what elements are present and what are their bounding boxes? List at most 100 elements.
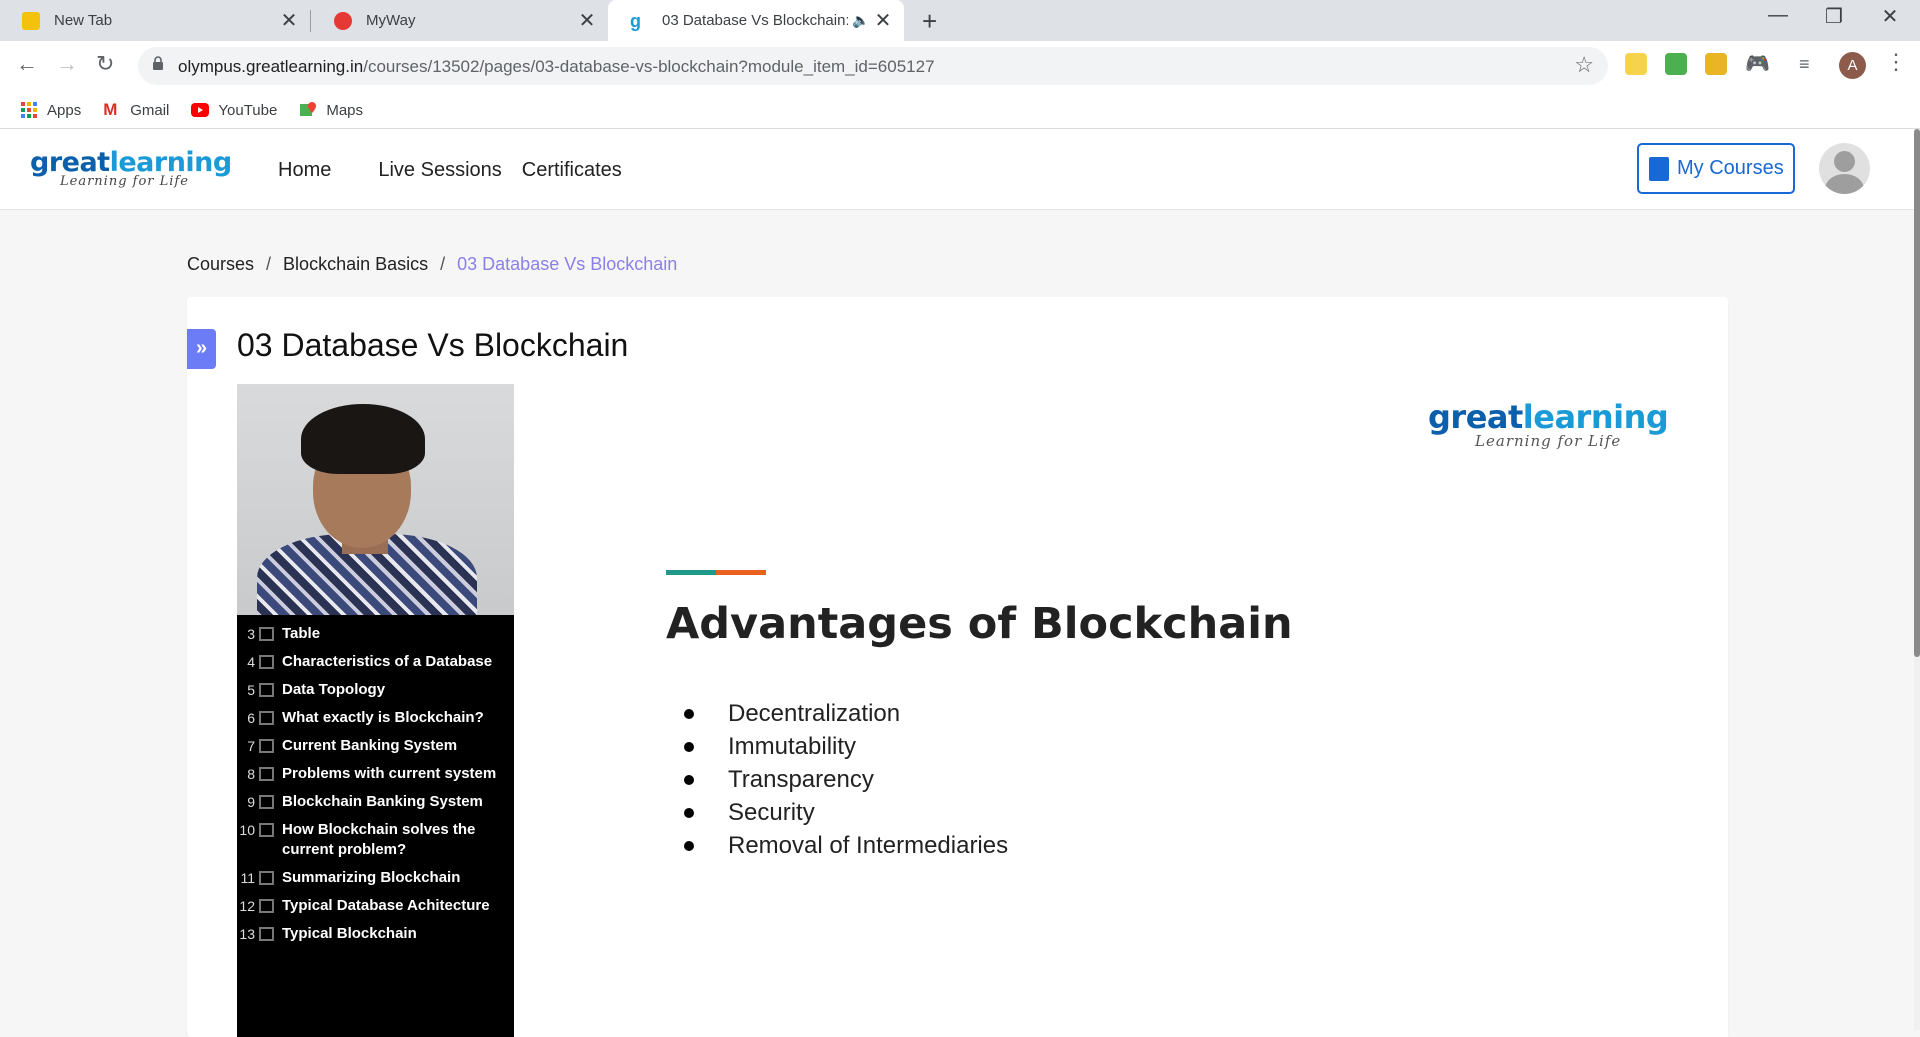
toc-num: 11 xyxy=(240,870,255,886)
tab-database-vs-blockchain[interactable]: g 03 Database Vs Blockchain: B 🔈 ✕ xyxy=(608,0,904,41)
checkbox-icon xyxy=(259,711,274,725)
breadcrumb-courses[interactable]: Courses xyxy=(187,254,254,275)
expand-sidebar-button[interactable]: » xyxy=(187,329,216,369)
user-avatar[interactable] xyxy=(1819,143,1870,194)
checkbox-icon xyxy=(259,871,274,885)
gamepad-icon[interactable]: 🎮 xyxy=(1745,53,1770,75)
breadcrumb-current: 03 Database Vs Blockchain xyxy=(457,254,678,274)
bookmark-label: Gmail xyxy=(130,101,170,119)
checkbox-icon xyxy=(259,739,274,753)
bookmark-star-icon[interactable]: ☆ xyxy=(1574,52,1594,78)
my-courses-button[interactable]: My Courses xyxy=(1637,143,1795,194)
extension-download-icon[interactable] xyxy=(1705,53,1727,75)
toc-item: 10 How Blockchain solves the current prob… xyxy=(237,816,514,864)
tab-title: 03 Database Vs Blockchain: B xyxy=(662,12,848,29)
tab-title: MyWay xyxy=(366,12,416,29)
address-bar[interactable]: olympus.greatlearning.in/courses/13502/p… xyxy=(138,47,1608,85)
slide-greatlearning-logo: greatlearning Learning for Life xyxy=(1428,398,1669,450)
extension-notes-icon[interactable] xyxy=(1625,53,1647,75)
restore-icon[interactable]: ❐ xyxy=(1806,4,1862,29)
slide-heading: Advantages of Blockchain xyxy=(666,599,1293,649)
bookmark-label: Apps xyxy=(47,101,82,119)
slide-bullet: Decentralization xyxy=(684,697,1008,730)
tab-divider xyxy=(310,10,311,32)
video-toc: 3 Table 4 Characteristics of a Database 5 D… xyxy=(237,620,514,948)
toc-num: 4 xyxy=(247,654,255,670)
back-arrow-icon[interactable]: ← xyxy=(16,51,38,77)
page-scrollbar[interactable] xyxy=(1914,129,1920,1030)
checkbox-icon xyxy=(259,683,274,697)
bullet-text: Transparency xyxy=(728,766,874,793)
toc-label: Typical Blockchain xyxy=(282,925,417,942)
forward-arrow-icon[interactable]: → xyxy=(56,51,78,77)
avatar-body xyxy=(1825,174,1864,194)
toc-label: Blockchain Banking System xyxy=(282,793,483,810)
toc-item: 12 Typical Database Achitecture xyxy=(237,892,514,920)
toc-num: 5 xyxy=(247,682,255,698)
toc-item: 9 Blockchain Banking System xyxy=(237,788,514,816)
presenter-image xyxy=(237,384,514,615)
toc-num: 12 xyxy=(239,898,255,914)
minimize-icon[interactable]: — xyxy=(1750,4,1806,27)
nav-certificates[interactable]: Certificates xyxy=(522,159,622,182)
checkbox-icon xyxy=(259,655,274,669)
slide-bullet: Transparency xyxy=(684,763,1008,796)
speaker-icon[interactable]: 🔈 xyxy=(848,12,874,29)
maps-icon xyxy=(300,102,317,116)
bullet-dot-icon xyxy=(684,774,694,785)
bookmark-gmail[interactable]: M Gmail xyxy=(103,101,170,119)
toc-label: Typical Database Achitecture xyxy=(282,897,490,914)
video-presenter-panel: 3 Table 4 Characteristics of a Database 5 D… xyxy=(237,384,514,1037)
page-title: 03 Database Vs Blockchain xyxy=(237,327,629,363)
media-queue-icon[interactable]: ≡ xyxy=(1799,53,1821,75)
close-icon[interactable]: ✕ xyxy=(578,8,596,33)
window-close-icon[interactable]: ✕ xyxy=(1862,4,1918,29)
greatlearning-logo[interactable]: greatlearning Learning for Life xyxy=(30,147,232,189)
content-card: » 03 Database Vs Blockchain 3 Table 4 Char… xyxy=(187,297,1728,1037)
nav-live-sessions[interactable]: Live Sessions xyxy=(378,159,501,182)
slide-bullet: Security xyxy=(684,796,1008,829)
breadcrumb-blockchain-basics[interactable]: Blockchain Basics xyxy=(283,254,428,275)
bullet-dot-icon xyxy=(684,840,694,851)
menu-kebab-icon[interactable]: ⋮ xyxy=(1885,49,1907,75)
tab-title: New Tab xyxy=(54,12,113,29)
nav-home[interactable]: Home xyxy=(278,159,331,182)
bookmark-maps[interactable]: Maps xyxy=(299,102,363,119)
toc-item: 4 Characteristics of a Database xyxy=(237,648,514,676)
avatar-head xyxy=(1834,151,1855,172)
reload-icon[interactable]: ↻ xyxy=(96,51,114,77)
bookmark-youtube[interactable]: YouTube xyxy=(191,102,277,119)
toc-num: 7 xyxy=(247,738,255,754)
breadcrumb: Courses / Blockchain Basics / 03 Databas… xyxy=(187,254,677,275)
bullet-text: Security xyxy=(728,799,815,826)
toc-label: What exactly is Blockchain? xyxy=(282,709,484,726)
scrollbar-thumb[interactable] xyxy=(1914,129,1920,657)
tab-new-tab[interactable]: New Tab ✕ xyxy=(0,0,310,41)
bookmark-apps[interactable]: Apps xyxy=(20,102,81,119)
toc-num: 10 xyxy=(239,822,255,838)
toc-label: Current Banking System xyxy=(282,737,458,754)
extension-chart-icon[interactable] xyxy=(1665,53,1687,75)
slide-bullet-list: Decentralization Immutability Transparen… xyxy=(684,697,1008,862)
profile-avatar[interactable]: A xyxy=(1839,52,1866,79)
checkbox-icon xyxy=(259,795,274,809)
slide-bullet: Immutability xyxy=(684,730,1008,763)
video-player[interactable]: 3 Table 4 Characteristics of a Database 5 D… xyxy=(237,384,1728,1037)
browser-toolbar: ← → ↻ olympus.greatlearning.in/courses/1… xyxy=(0,41,1920,129)
bullet-text: Decentralization xyxy=(728,700,901,727)
url-text: olympus.greatlearning.in/courses/13502/p… xyxy=(178,57,935,77)
youtube-icon xyxy=(191,103,210,117)
toc-num: 6 xyxy=(247,710,255,726)
tab-myway[interactable]: MyWay ✕ xyxy=(312,0,608,41)
bullet-dot-icon xyxy=(684,708,694,719)
site-header: greatlearning Learning for Life Home Liv… xyxy=(0,129,1914,210)
toc-item: 8 Problems with current system xyxy=(237,760,514,788)
bookmarks-bar: Apps M Gmail YouTube Maps xyxy=(0,91,385,129)
new-tab-plus-icon[interactable]: + xyxy=(922,6,937,37)
close-icon[interactable]: ✕ xyxy=(874,8,892,33)
url-host: olympus.greatlearning.in xyxy=(178,57,364,76)
slide-logo-learning: learning xyxy=(1522,398,1669,436)
checkbox-icon xyxy=(259,767,274,781)
bullet-text: Removal of Intermediaries xyxy=(728,832,1009,859)
close-icon[interactable]: ✕ xyxy=(280,8,298,33)
